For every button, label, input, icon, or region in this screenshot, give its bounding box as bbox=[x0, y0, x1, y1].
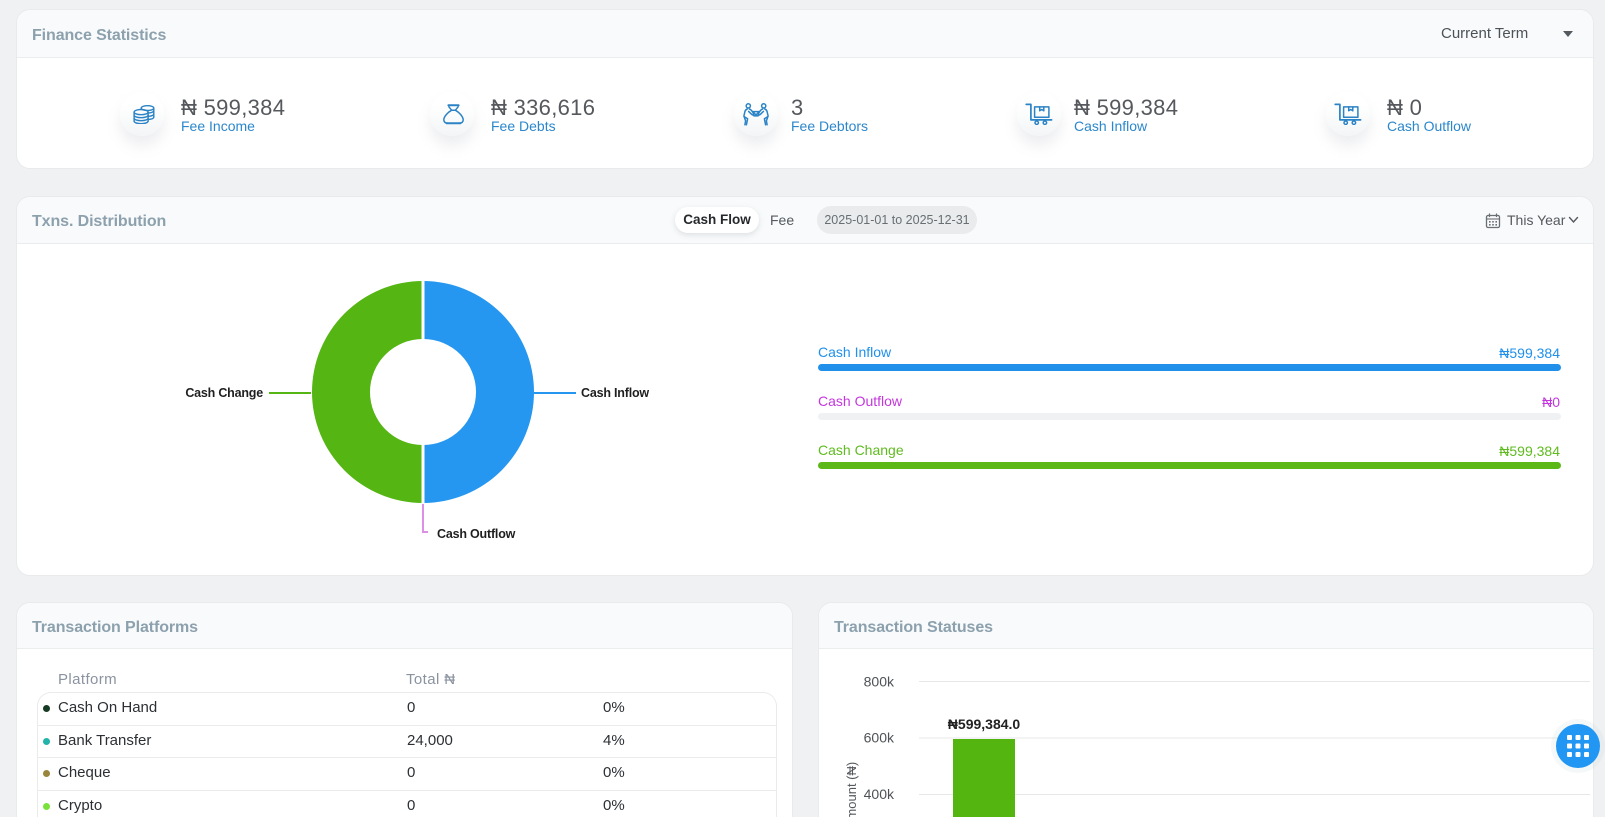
svg-text:600k: 600k bbox=[864, 730, 895, 746]
svg-text:₦599,384.0: ₦599,384.0 bbox=[948, 716, 1021, 732]
svg-text:Amount (₦): Amount (₦) bbox=[844, 762, 859, 817]
svg-text:400k: 400k bbox=[864, 786, 895, 802]
svg-text:800k: 800k bbox=[864, 674, 895, 690]
